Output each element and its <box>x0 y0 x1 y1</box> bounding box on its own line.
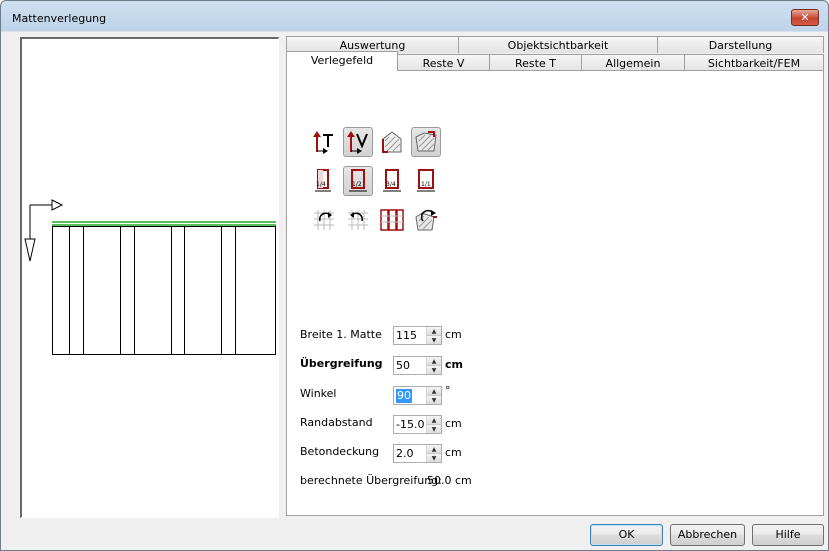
axis-arrow-x <box>30 199 64 211</box>
calc-overlap-label: berechnete Übergreifung: <box>300 474 442 487</box>
ok-button[interactable]: OK <box>590 524 663 546</box>
quarter-mat-icon: 1/4 <box>315 169 331 192</box>
preview-canvas <box>20 37 279 518</box>
mat-edge-green <box>52 221 276 226</box>
uebergreifung-down-icon[interactable]: ▼ <box>427 366 441 374</box>
tab-verlegefeld[interactable]: Verlegefeld <box>286 51 398 71</box>
tab-panel-verlegefeld: 1/4 1/2 3/4 1/1 Breite 1. Matte 115 ▲ ▼ … <box>286 70 824 516</box>
tab-reste-t[interactable]: Reste T <box>489 54 582 71</box>
field-polygon-button[interactable] <box>377 127 407 157</box>
direction-t-button[interactable] <box>309 127 339 157</box>
direction-v-icon <box>347 131 368 154</box>
svg-text:1/2: 1/2 <box>352 181 362 188</box>
cancel-button-label: Abbrechen <box>677 528 738 541</box>
three-quarter-mat-button[interactable]: 3/4 <box>377 166 407 196</box>
winkel-unit: ° <box>445 384 451 397</box>
uebergreifung-label: Übergreifung <box>300 357 383 370</box>
svg-text:1/1: 1/1 <box>421 181 431 188</box>
axis-arrow-y <box>24 205 36 262</box>
betondeckung-arrows: ▲ ▼ <box>426 445 441 462</box>
svg-text:1/4: 1/4 <box>316 181 326 188</box>
mat-grid-button[interactable] <box>377 205 407 235</box>
help-button-label: Hilfe <box>775 528 801 541</box>
rotate-mat-left-button[interactable] <box>309 205 339 235</box>
ok-button-label: OK <box>618 528 635 541</box>
randabstand-label: Randabstand <box>300 416 373 429</box>
winkel-spinner[interactable]: 90 ▲ ▼ <box>393 386 442 405</box>
tab-allgemein-label: Allgemein <box>605 57 661 70</box>
uebergreifung-arrows: ▲ ▼ <box>426 357 441 374</box>
tab-reste-v-label: Reste V <box>422 57 465 70</box>
tab-allgemein[interactable]: Allgemein <box>581 54 685 71</box>
betondeckung-value[interactable]: 2.0 <box>396 447 414 461</box>
tab-sichtbarkeit-fem[interactable]: Sichtbarkeit/FEM <box>684 54 824 71</box>
field-polygon-icon <box>382 131 402 153</box>
breite-up-icon[interactable]: ▲ <box>427 327 441 336</box>
title-bar[interactable]: Mattenverlegung ✕ <box>1 1 828 33</box>
uebergreifung-unit: cm <box>445 358 463 371</box>
field-area-button[interactable] <box>411 127 441 157</box>
tab-verlegefeld-label: Verlegefeld <box>310 54 374 67</box>
breite-unit: cm <box>445 328 462 341</box>
winkel-value[interactable]: 90 <box>396 389 412 403</box>
help-button[interactable]: Hilfe <box>752 524 824 546</box>
dialog-window: Mattenverlegung ✕ Auswertung Objektsicht… <box>0 0 829 551</box>
direction-t-icon <box>313 131 333 154</box>
breite-spinner[interactable]: 115 ▲ ▼ <box>393 326 442 345</box>
randabstand-arrows: ▲ ▼ <box>426 416 441 433</box>
winkel-up-icon[interactable]: ▲ <box>427 387 441 396</box>
full-mat-button[interactable]: 1/1 <box>411 166 441 196</box>
tab-objektsichtbarkeit-label: Objektsichtbarkeit <box>507 39 609 52</box>
randabstand-unit: cm <box>445 417 462 430</box>
rotate-mat-right-icon <box>348 210 368 230</box>
winkel-arrows: ▲ ▼ <box>426 387 441 404</box>
uebergreifung-spinner[interactable]: 50 ▲ ▼ <box>393 356 442 375</box>
mat-grid-icon <box>380 209 404 231</box>
tab-darstellung[interactable]: Darstellung <box>657 36 824 53</box>
rotate-field-icon <box>415 209 437 231</box>
rotate-mat-right-button[interactable] <box>343 205 373 235</box>
uebergreifung-value[interactable]: 50 <box>396 359 410 373</box>
rotate-field-button[interactable] <box>411 205 441 235</box>
betondeckung-up-icon[interactable]: ▲ <box>427 445 441 454</box>
window-title: Mattenverlegung <box>12 12 107 25</box>
tab-reste-t-label: Reste T <box>515 57 556 70</box>
breite-down-icon[interactable]: ▼ <box>427 336 441 344</box>
winkel-down-icon[interactable]: ▼ <box>427 396 441 404</box>
close-button[interactable]: ✕ <box>791 9 819 26</box>
breite-label: Breite 1. Matte <box>300 328 382 341</box>
tab-objektsichtbarkeit[interactable]: Objektsichtbarkeit <box>458 36 658 53</box>
tab-reste-v[interactable]: Reste V <box>397 54 490 71</box>
dialog-client: Auswertung Objektsichtbarkeit Darstellun… <box>7 32 824 546</box>
tab-darstellung-label: Darstellung <box>708 39 773 52</box>
half-mat-icon: 1/2 <box>349 169 367 192</box>
calc-overlap-value: 50.0 cm <box>427 474 472 487</box>
randabstand-down-icon[interactable]: ▼ <box>427 425 441 433</box>
randabstand-up-icon[interactable]: ▲ <box>427 416 441 425</box>
half-mat-button[interactable]: 1/2 <box>343 166 373 196</box>
mat-layout <box>52 226 276 355</box>
winkel-label: Winkel <box>300 387 337 400</box>
rotate-mat-left-icon <box>314 210 334 230</box>
betondeckung-label: Betondeckung <box>300 445 380 458</box>
randabstand-value[interactable]: -15.0 <box>396 418 424 432</box>
breite-value[interactable]: 115 <box>396 329 417 343</box>
breite-arrows: ▲ ▼ <box>426 327 441 344</box>
betondeckung-unit: cm <box>445 446 462 459</box>
close-icon: ✕ <box>800 11 810 24</box>
field-area-icon <box>415 131 437 152</box>
direction-v-button[interactable] <box>343 127 373 157</box>
tab-sichtbarkeit-fem-label: Sichtbarkeit/FEM <box>707 57 801 70</box>
cancel-button[interactable]: Abbrechen <box>670 524 745 546</box>
uebergreifung-up-icon[interactable]: ▲ <box>427 357 441 366</box>
betondeckung-spinner[interactable]: 2.0 ▲ ▼ <box>393 444 442 463</box>
svg-text:3/4: 3/4 <box>386 181 396 188</box>
three-quarter-mat-icon: 3/4 <box>383 169 401 192</box>
quarter-mat-button[interactable]: 1/4 <box>309 166 339 196</box>
randabstand-spinner[interactable]: -15.0 ▲ ▼ <box>393 415 442 434</box>
betondeckung-down-icon[interactable]: ▼ <box>427 454 441 462</box>
full-mat-icon: 1/1 <box>417 169 435 192</box>
